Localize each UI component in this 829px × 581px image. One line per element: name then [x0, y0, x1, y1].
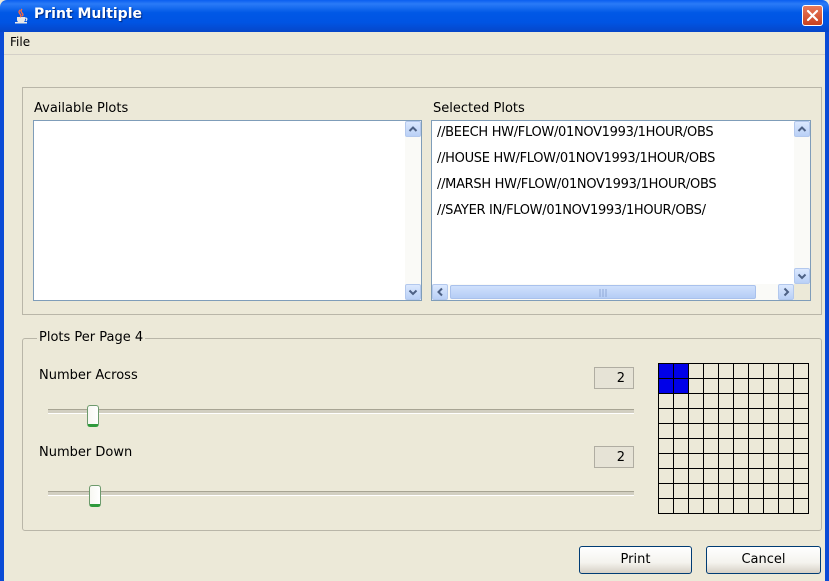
available-plots-vscrollbar[interactable]	[405, 121, 421, 300]
list-item[interactable]: //SAYER IN/FLOW/01NOV1993/1HOUR/OBS/	[437, 203, 706, 218]
grid-cell-selected[interactable]	[659, 364, 673, 378]
grid-cell-selected[interactable]	[674, 364, 688, 378]
chevron-right-icon	[783, 287, 790, 297]
chevron-up-icon	[797, 126, 807, 132]
selected-plots-vscrollbar[interactable]	[794, 121, 810, 284]
scroll-up-button[interactable]	[405, 121, 421, 137]
chevron-up-icon	[408, 126, 418, 132]
number-across-value: 2	[594, 367, 634, 389]
scroll-corner	[794, 284, 810, 300]
scroll-down-button[interactable]	[794, 268, 810, 284]
scroll-left-button[interactable]	[432, 284, 448, 300]
list-item[interactable]: //HOUSE HW/FLOW/01NOV1993/1HOUR/OBS	[437, 151, 715, 166]
number-down-slider-thumb[interactable]	[89, 485, 101, 507]
window-title: Print Multiple	[34, 6, 143, 22]
window-frame-right	[825, 32, 829, 581]
list-item[interactable]: //BEECH HW/FLOW/01NOV1993/1HOUR/OBS	[437, 125, 714, 140]
print-button[interactable]: Print	[579, 546, 692, 574]
number-down-value: 2	[594, 446, 634, 468]
grid-cell-selected[interactable]	[659, 379, 673, 393]
plots-per-page-label: Plots Per Page 4	[37, 330, 146, 345]
available-plots-list[interactable]	[33, 120, 422, 301]
available-plots-label: Available Plots	[34, 101, 129, 116]
number-across-slider-thumb[interactable]	[87, 405, 99, 427]
chevron-down-icon	[408, 289, 418, 296]
close-button[interactable]	[802, 5, 823, 26]
selected-plots-list[interactable]: //BEECH HW/FLOW/01NOV1993/1HOUR/OBS //HO…	[431, 120, 811, 301]
grid-cell-selected[interactable]	[674, 379, 688, 393]
cancel-button[interactable]: Cancel	[706, 546, 821, 574]
list-item[interactable]: //MARSH HW/FLOW/01NOV1993/1HOUR/OBS	[437, 177, 717, 192]
chevron-down-icon	[797, 273, 807, 280]
window-frame-left	[0, 32, 4, 581]
grip-icon	[599, 289, 607, 297]
java-cup-icon	[15, 8, 28, 24]
scroll-right-button[interactable]	[778, 284, 794, 300]
scroll-down-button[interactable]	[405, 284, 421, 300]
number-across-label: Number Across	[39, 368, 138, 383]
number-across-slider-track[interactable]	[48, 409, 634, 414]
chevron-left-icon	[437, 287, 443, 297]
number-down-slider-track[interactable]	[48, 491, 634, 496]
selected-plots-label: Selected Plots	[433, 101, 525, 116]
title-bar: Print Multiple	[0, 0, 829, 32]
menu-file[interactable]: File	[10, 35, 30, 49]
plot-layout-grid[interactable]	[658, 363, 809, 514]
horizontal-scroll-thumb[interactable]	[450, 285, 756, 299]
menu-bar: File	[4, 32, 825, 55]
selected-plots-hscrollbar[interactable]	[432, 284, 794, 300]
close-icon	[806, 9, 819, 22]
number-down-label: Number Down	[39, 445, 133, 460]
scroll-up-button[interactable]	[794, 121, 810, 137]
